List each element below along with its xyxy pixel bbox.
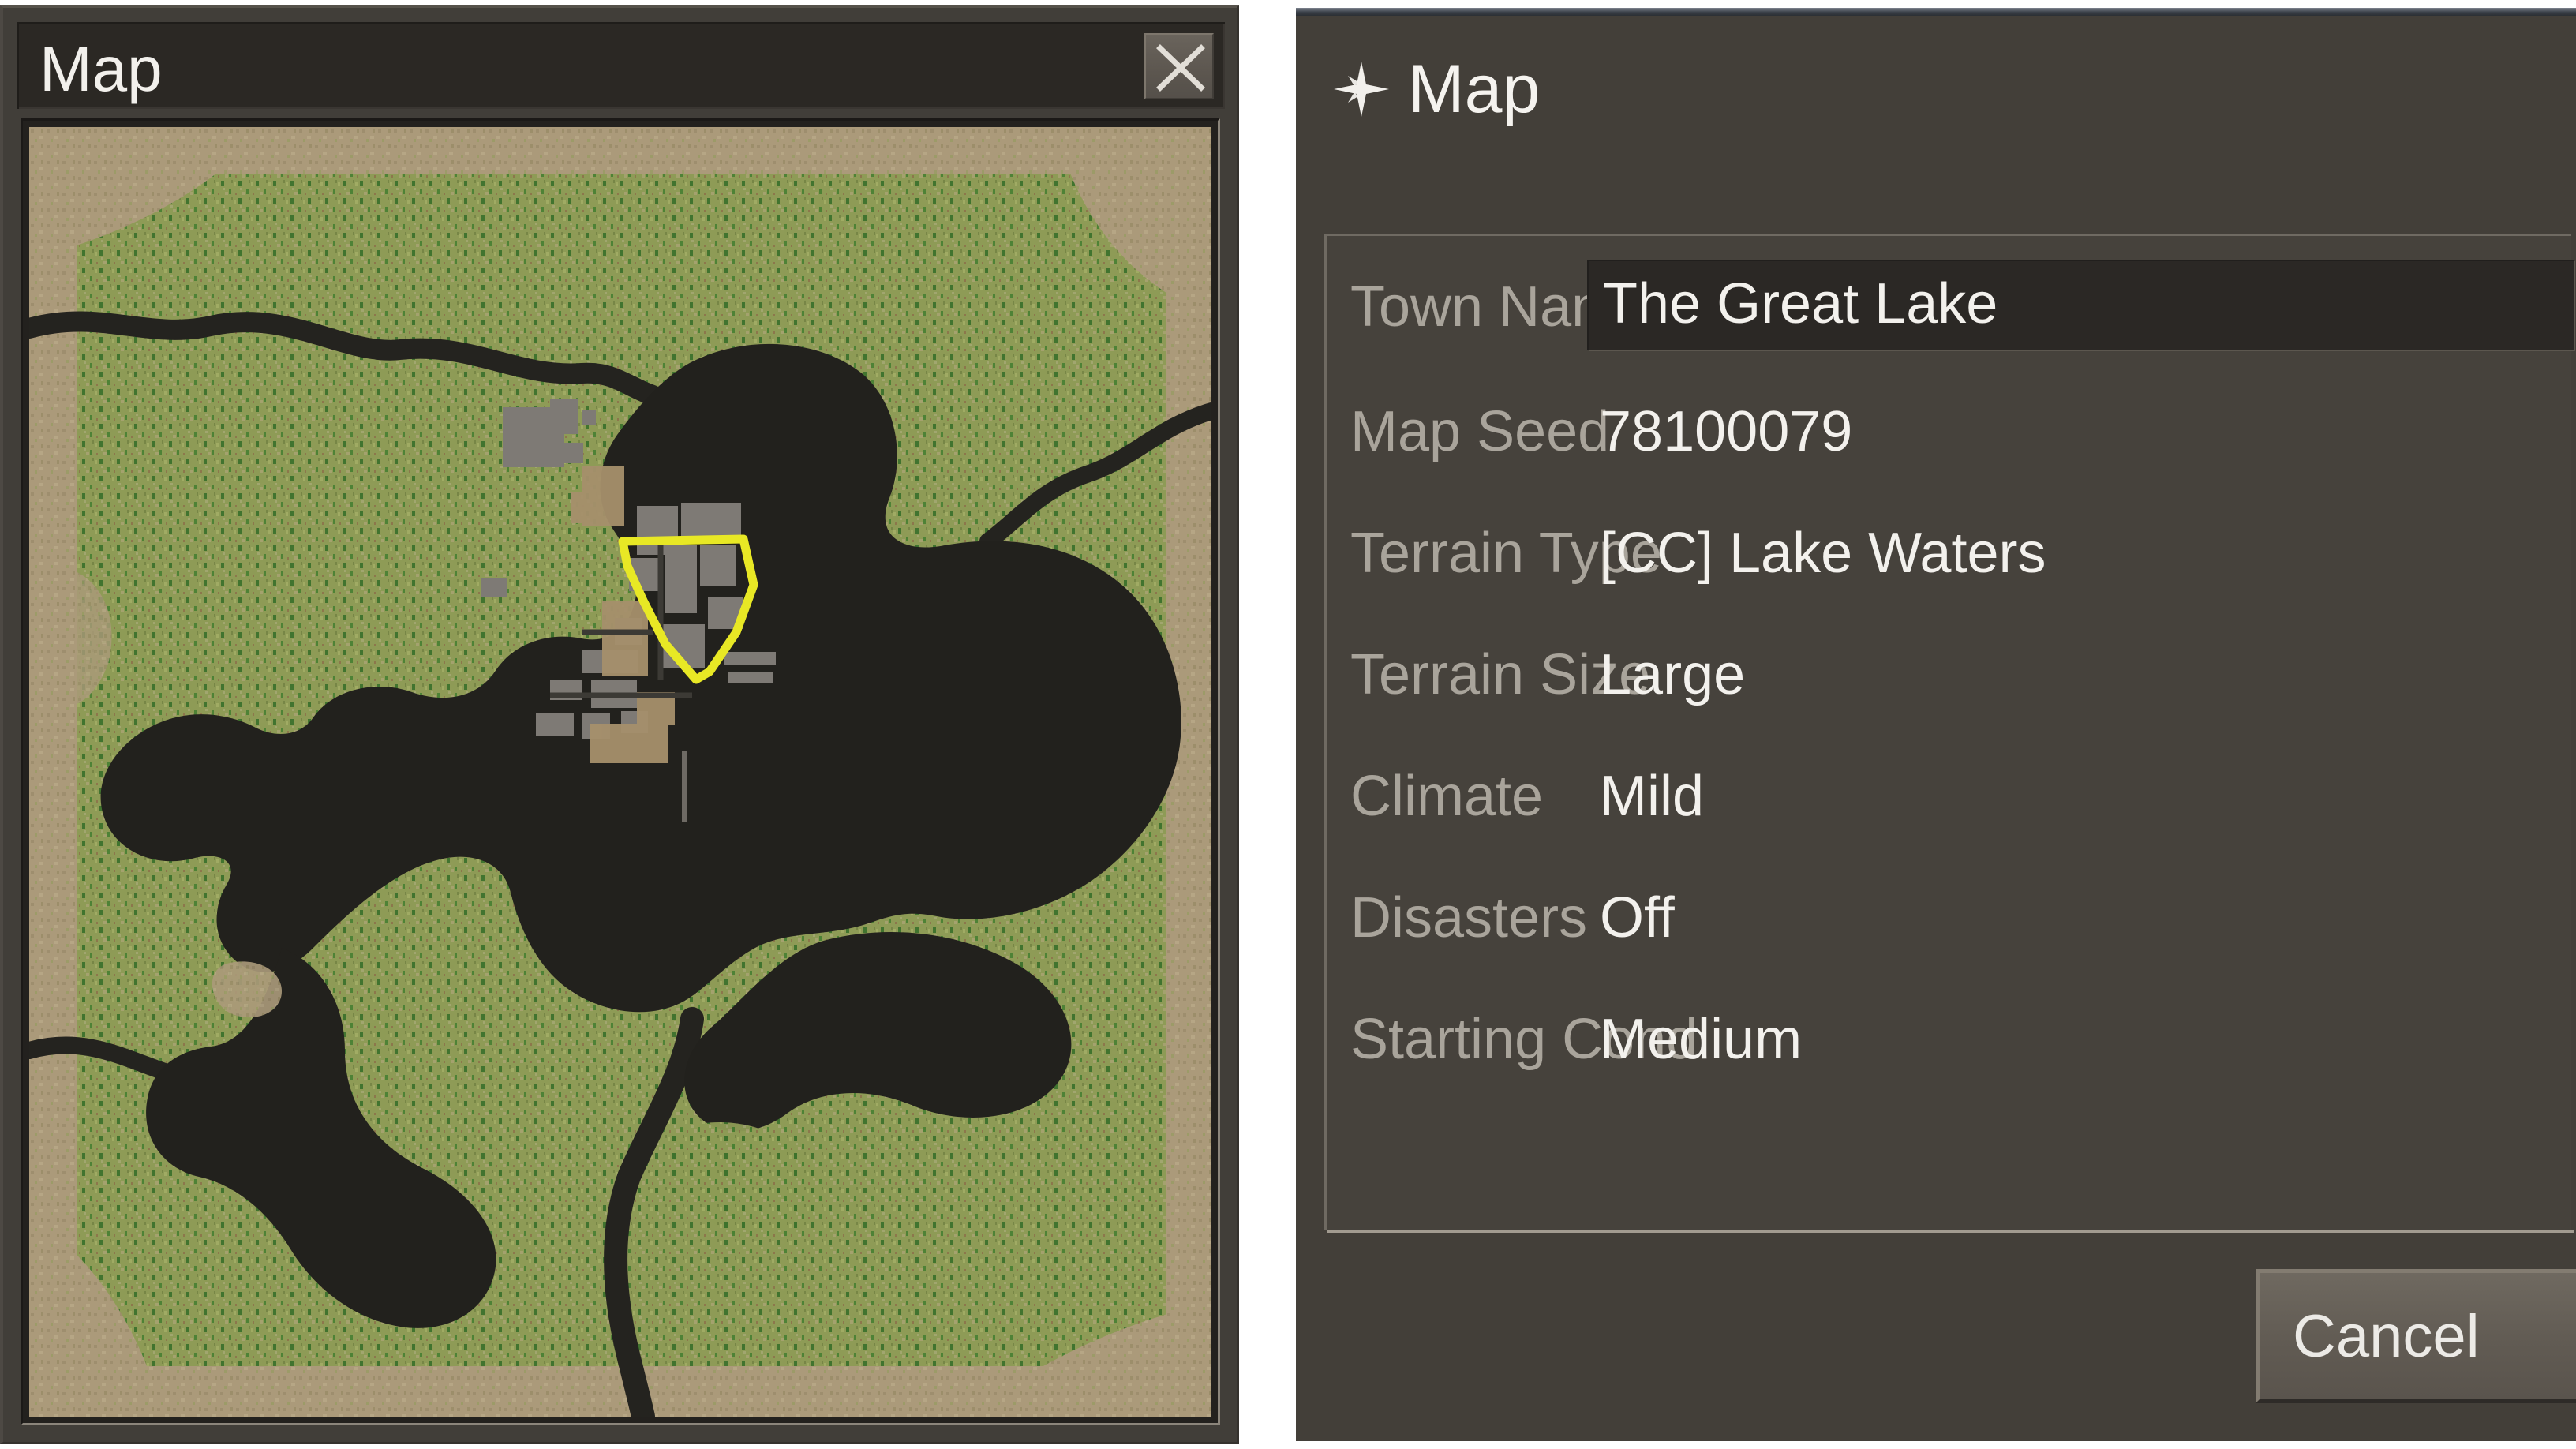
cancel-button[interactable]: Cancel [2256, 1269, 2576, 1403]
map-window: Map [0, 5, 1239, 1444]
close-x-icon [1156, 44, 1205, 92]
value-climate: Mild [1600, 765, 1705, 828]
minimap-frame [21, 118, 1220, 1425]
minimap-render [29, 127, 1211, 1417]
form-row-terrain-size[interactable]: Terrain Size Large [1327, 615, 2574, 735]
screen: Map Map Town Name The Great Lake Map See… [0, 0, 2576, 1449]
town-name-value: The Great Lake [1603, 272, 1998, 335]
label-disasters: Disasters [1350, 886, 1588, 949]
form-row-town-name: Town Name The Great Lake [1327, 247, 2574, 367]
form-row-map-seed[interactable]: Map Seed 78100079 [1327, 372, 2574, 492]
label-map-seed: Map Seed [1350, 400, 1610, 463]
panel-top-bevel [1296, 8, 2576, 16]
compass-star-icon [1334, 62, 1389, 117]
form-panel-divider [1327, 1230, 2574, 1233]
map-settings-panel: Map Town Name The Great Lake Map Seed 78… [1286, 0, 2576, 1449]
value-terrain-type: [CC] Lake Waters [1600, 522, 2046, 585]
value-terrain-size: Large [1600, 643, 1746, 706]
close-button[interactable] [1144, 33, 1214, 99]
cancel-button-label: Cancel [2293, 1303, 2480, 1370]
map-window-titlebar[interactable]: Map [17, 22, 1225, 109]
minimap-canvas[interactable] [29, 127, 1211, 1417]
map-settings-panel-inner: Map Town Name The Great Lake Map Seed 78… [1296, 8, 2576, 1441]
label-climate: Climate [1350, 765, 1544, 828]
form-row-climate[interactable]: Climate Mild [1327, 736, 2574, 856]
form-row-disasters[interactable]: Disasters Off [1327, 858, 2574, 978]
value-starting-cond: Medium [1600, 1008, 1803, 1071]
form-row-starting-cond[interactable]: Starting Cond Medium [1327, 979, 2574, 1099]
value-map-seed: 78100079 [1600, 400, 1853, 463]
panel-header: Map [1332, 43, 1540, 136]
value-disasters: Off [1600, 886, 1675, 949]
panel-footer: Cancel [1324, 1239, 2576, 1441]
map-settings-form: Town Name The Great Lake Map Seed 781000… [1324, 234, 2574, 1233]
panel-title: Map [1408, 51, 1541, 127]
map-window-title: Map [39, 34, 163, 104]
form-row-terrain-type[interactable]: Terrain Type [CC] Lake Waters [1327, 493, 2574, 613]
town-name-input[interactable]: The Great Lake [1587, 260, 2574, 350]
